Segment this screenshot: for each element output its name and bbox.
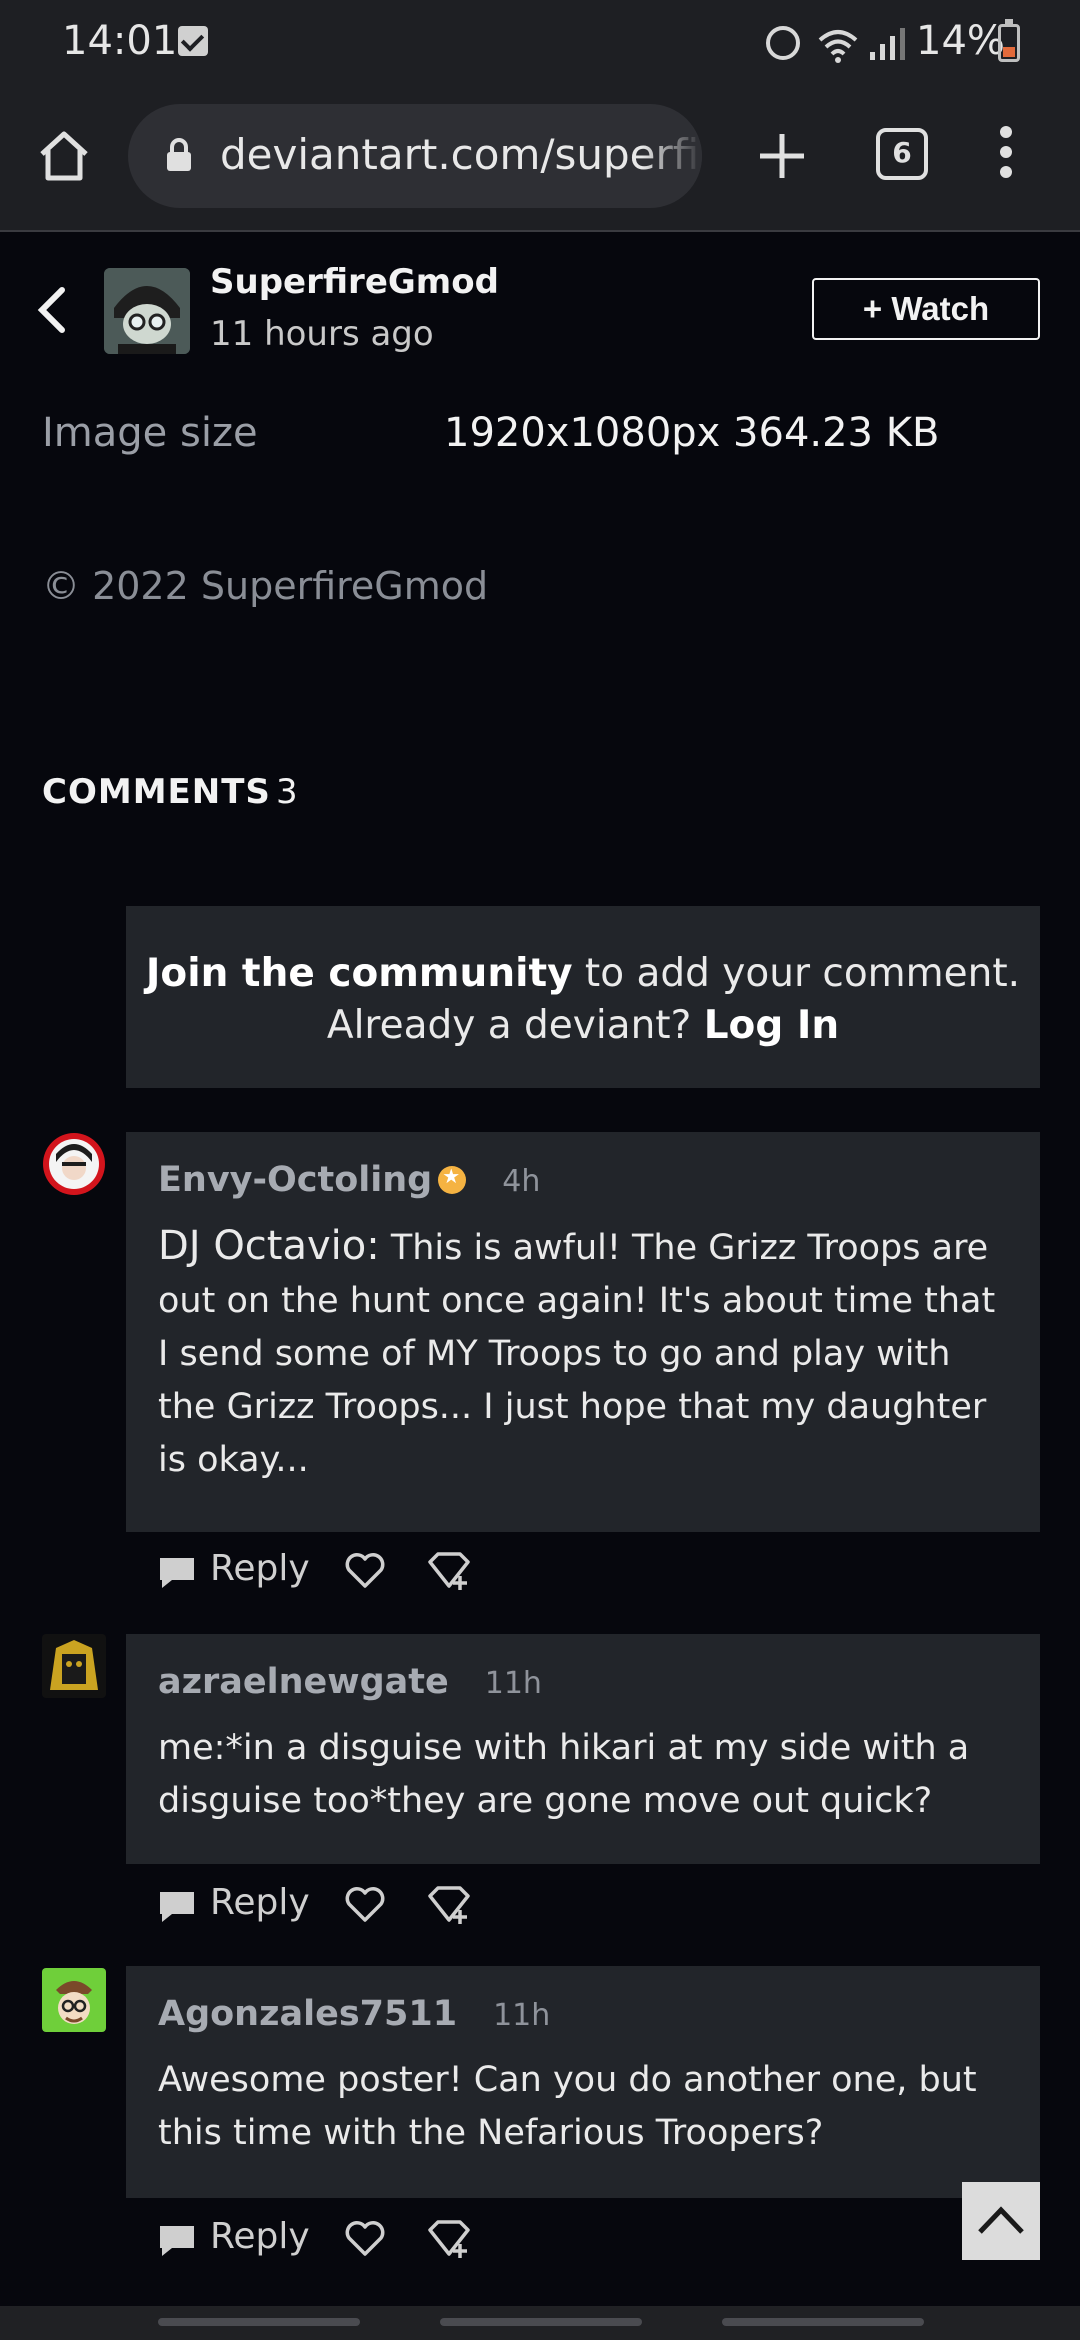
heart-icon[interactable] — [344, 1886, 386, 1924]
back-icon[interactable] — [30, 280, 74, 340]
more-icon[interactable] — [994, 126, 1018, 186]
reply-label: Reply — [210, 2216, 310, 2257]
comment-text: Awesome poster! Can you do another one, … — [158, 2060, 977, 2153]
join-community-link[interactable]: Join the community — [146, 951, 573, 996]
comment-actions: Reply — [158, 2208, 558, 2268]
status-bar: 14:01 14% — [0, 0, 1080, 86]
commenter-avatar[interactable] — [42, 1968, 106, 2032]
system-nav-bar — [0, 2306, 1080, 2340]
battery-icon — [998, 19, 1020, 62]
login-link[interactable]: Log In — [704, 1003, 839, 1048]
author-avatar[interactable] — [104, 268, 190, 354]
status-icons — [760, 22, 920, 64]
comment-card: Agonzales7511 11h Awesome poster! Can you… — [126, 1966, 1040, 2198]
award-icon[interactable] — [426, 2218, 472, 2260]
reply-label: Reply — [210, 1882, 310, 1923]
reply-label: Reply — [210, 1548, 310, 1589]
comment-time: 4h — [502, 1164, 541, 1199]
comment-username[interactable]: Agonzales7511 — [158, 1994, 457, 2034]
reply-icon — [160, 1892, 194, 1922]
comment-header: Envy-Octoling 4h — [158, 1160, 1008, 1212]
tabs-icon[interactable]: 6 — [876, 128, 928, 180]
award-icon[interactable] — [426, 1884, 472, 1926]
comment-actions: Reply — [158, 1540, 558, 1600]
heart-icon[interactable] — [344, 2220, 386, 2258]
scroll-to-top-button[interactable] — [962, 2182, 1040, 2260]
comment-card: azraelnewgate 11h me:*in a disguise with … — [126, 1634, 1040, 1864]
comment-card: Envy-Octoling 4h DJ Octavio: This is awfu… — [126, 1132, 1040, 1532]
wifi-icon — [818, 30, 858, 63]
image-size-label: Image size — [42, 410, 258, 456]
url-fade — [642, 104, 702, 208]
comment-time: 11h — [493, 1998, 551, 2033]
browser-toolbar: deviantart.com/superfi 6 — [0, 86, 1080, 232]
status-time: 14:01 — [62, 18, 178, 64]
battery-percent: 14% — [916, 18, 1005, 64]
home-icon[interactable] — [34, 126, 94, 186]
reply-icon — [160, 1558, 194, 1588]
comment-actions: Reply — [158, 1874, 558, 1934]
comment-header: Agonzales7511 11h — [158, 1994, 1008, 2046]
join-community-box: Join the community to add your comment. … — [126, 906, 1040, 1088]
comment-speaker: DJ Octavio: — [158, 1223, 380, 1269]
image-size-value: 1920x1080px 364.23 KB — [444, 410, 940, 456]
core-badge-icon — [438, 1164, 467, 1194]
watch-button[interactable]: + Watch — [812, 278, 1040, 340]
heart-icon[interactable] — [344, 1552, 386, 1590]
comments-heading: COMMENTS — [42, 772, 271, 812]
comment-header: azraelnewgate 11h — [158, 1662, 1008, 1714]
post-time: 11 hours ago — [210, 314, 434, 354]
award-icon[interactable] — [426, 1550, 472, 1592]
url-text: deviantart.com/superfi — [220, 130, 700, 179]
nav-gesture-right[interactable] — [722, 2318, 924, 2326]
url-bar[interactable]: deviantart.com/superfi — [128, 104, 702, 208]
comment-time: 11h — [484, 1666, 542, 1701]
comment-username[interactable]: azraelnewgate — [158, 1662, 449, 1702]
comment-username[interactable]: Envy-Octoling — [158, 1160, 432, 1200]
checkbox-notification-icon — [178, 26, 208, 56]
nav-gesture-left[interactable] — [158, 2318, 360, 2326]
comment-body: DJ Octavio: This is awful! The Grizz Tro… — [158, 1220, 1008, 1487]
commenter-avatar[interactable] — [42, 1634, 106, 1698]
copyright-text: © 2022 SuperfireGmod — [42, 564, 489, 608]
plus-icon[interactable] — [752, 126, 812, 186]
chevron-up-icon — [978, 2206, 1024, 2234]
comment-text: me:*in a disguise with hikari at my side… — [158, 1728, 970, 1821]
author-name[interactable]: SuperfireGmod — [210, 262, 499, 302]
lock-icon — [167, 138, 191, 171]
signal-icon — [870, 28, 905, 60]
comments-count: 3 — [276, 772, 298, 812]
alarm-icon — [766, 26, 800, 60]
reply-icon — [160, 2226, 194, 2256]
commenter-avatar[interactable] — [42, 1132, 106, 1196]
nav-gesture-center[interactable] — [440, 2318, 642, 2326]
